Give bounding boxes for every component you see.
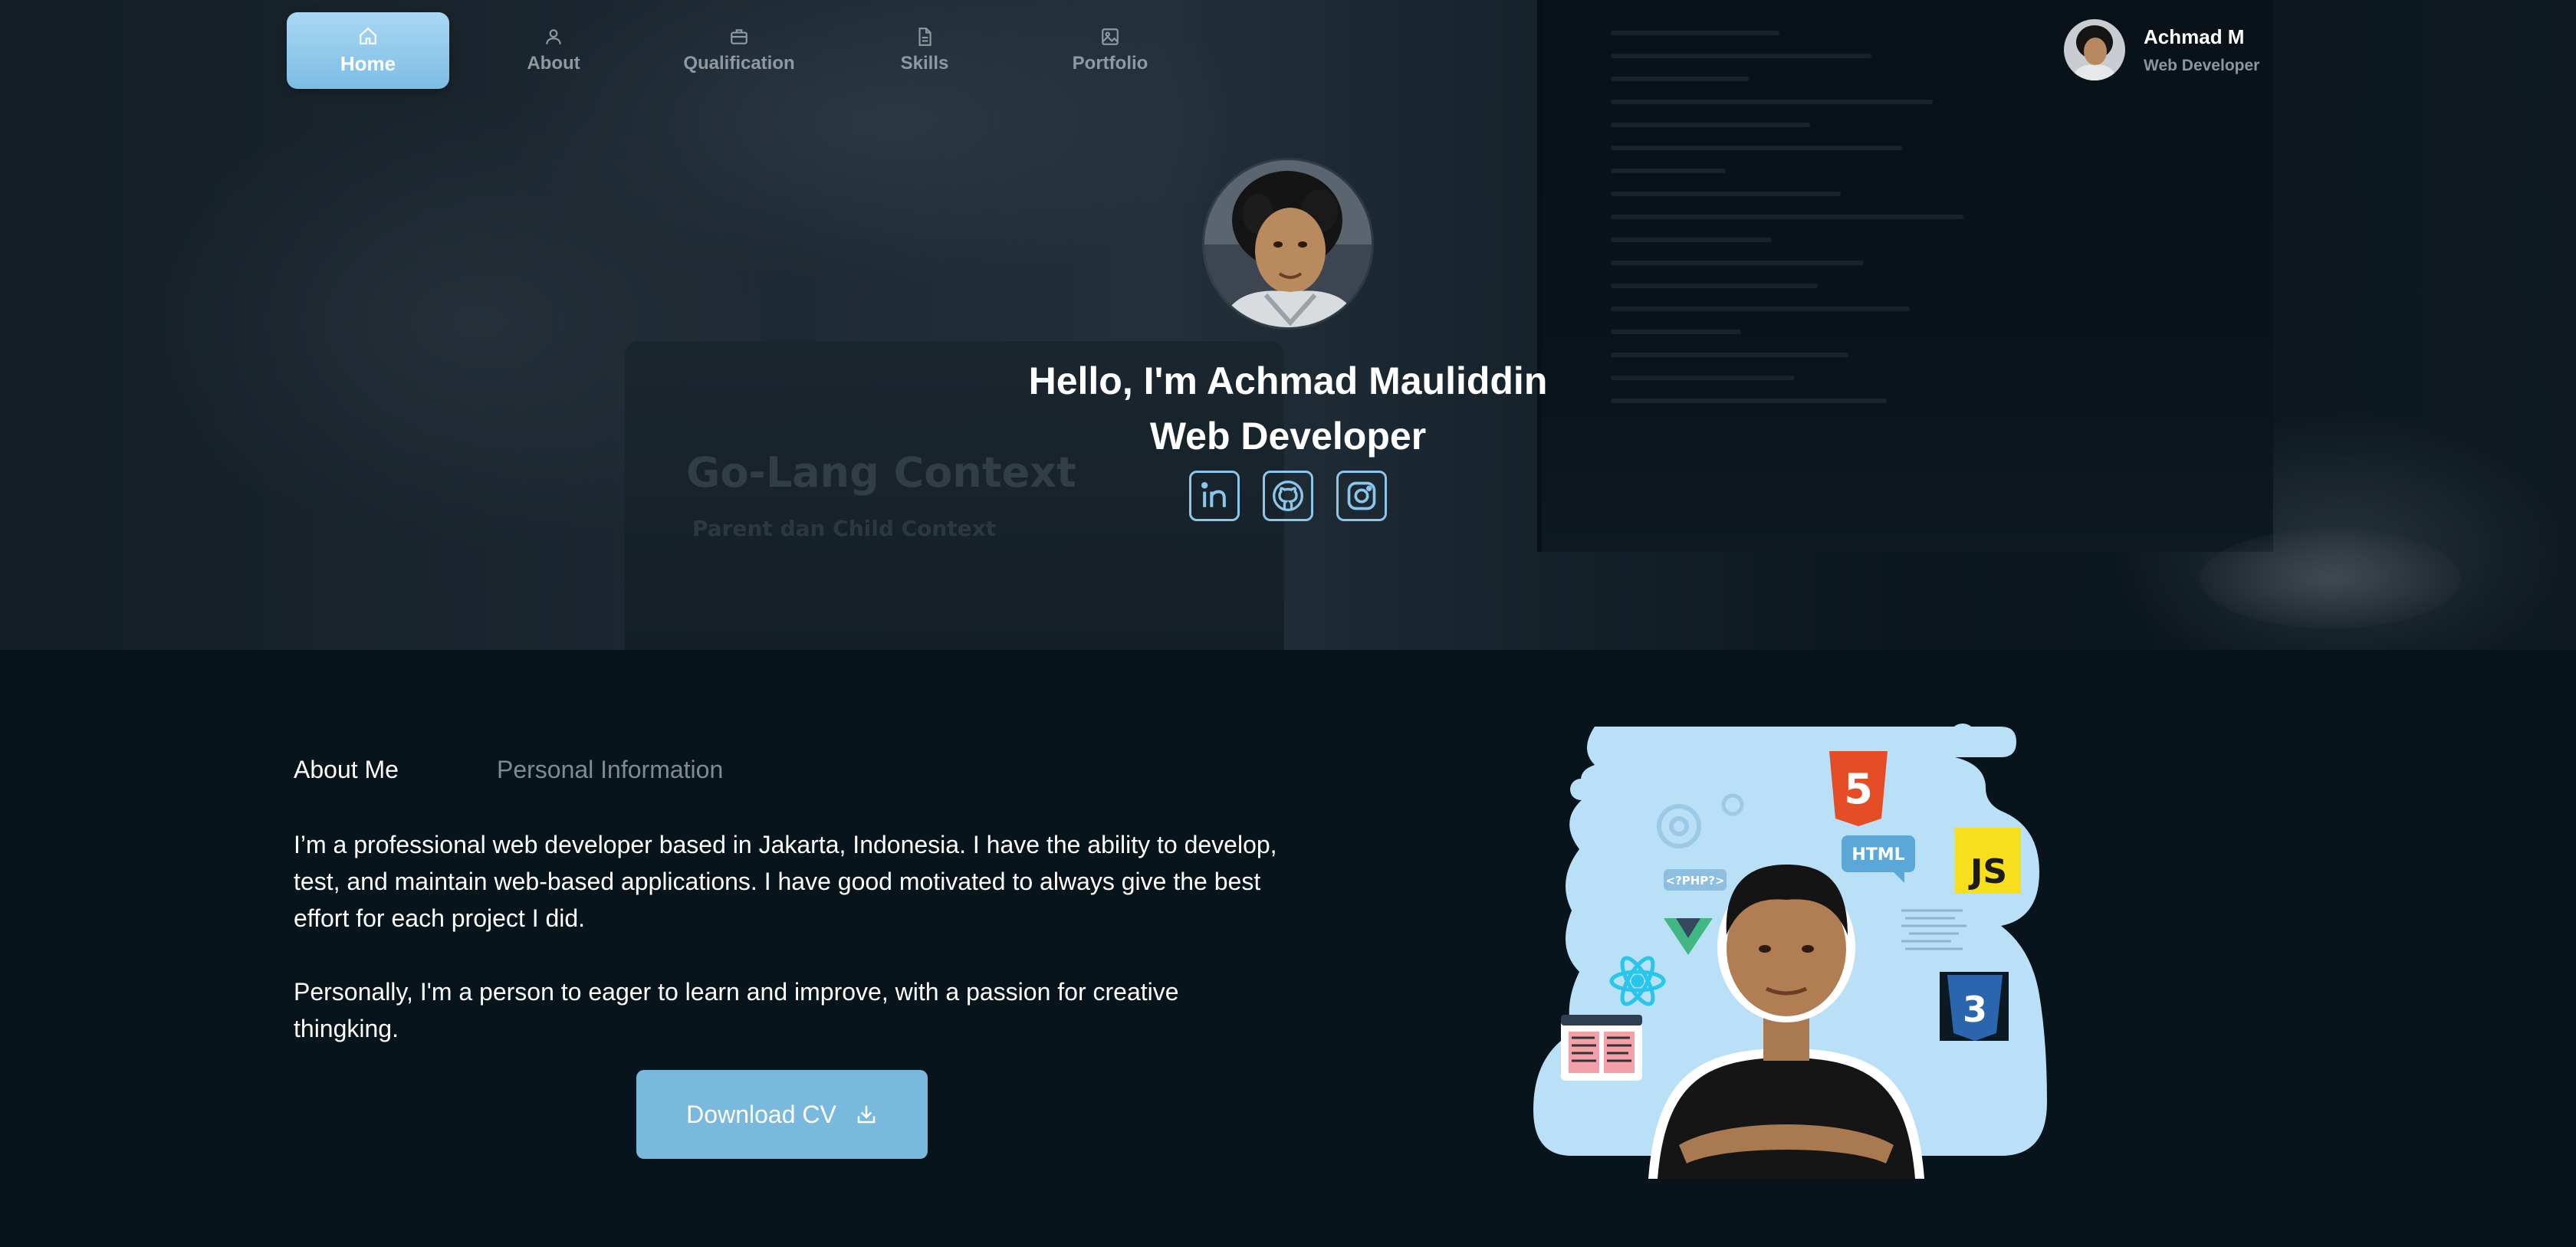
hero-section: Go-Lang Context Parent dan Child Context…	[0, 0, 2576, 650]
top-nav: Home About Qualification Skills Portfoli…	[0, 0, 2576, 100]
instagram-icon	[1347, 481, 1376, 510]
svg-text:5: 5	[1844, 765, 1873, 813]
nav-item-portfolio[interactable]: Portfolio	[1029, 12, 1191, 89]
github-link[interactable]	[1263, 471, 1313, 521]
briefcase-icon	[731, 29, 748, 44]
profile-photo	[1202, 158, 1374, 330]
nav-label-home: Home	[340, 51, 396, 75]
nav-item-about[interactable]: About	[472, 12, 635, 89]
svg-text:3: 3	[1963, 989, 1987, 1030]
nav-item-home[interactable]: Home	[287, 12, 449, 89]
download-icon	[857, 1105, 876, 1124]
nav-item-skills[interactable]: Skills	[843, 12, 1006, 89]
social-links	[1189, 471, 1387, 521]
nav-item-qualification[interactable]: Qualification	[658, 12, 820, 89]
nav-label-skills: Skills	[900, 53, 949, 74]
php-tag-icon: <?PHP?>	[1664, 869, 1727, 891]
about-paragraph: I’m a professional web developer based i…	[294, 831, 1277, 932]
nav-label-about: About	[527, 53, 580, 74]
download-cv-label: Download CV	[686, 1100, 836, 1128]
hero-greeting: Hello, I'm Achmad Mauliddin	[1028, 359, 1548, 402]
svg-text:<?PHP?>: <?PHP?>	[1665, 874, 1724, 888]
document-icon	[918, 28, 932, 46]
browser-window-icon	[1561, 1015, 1642, 1081]
about-tabs: About Me Personal Information	[294, 756, 821, 784]
tab-about-me[interactable]: About Me	[294, 756, 399, 784]
profile-name: Achmad M	[2144, 25, 2245, 48]
about-paragraph: Personally, I'm a person to eager to lea…	[294, 978, 1179, 1042]
developer-illustration: 5 HTML <?PHP?> JS 3	[1526, 719, 2047, 1179]
nav-label-qualification: Qualification	[683, 53, 795, 74]
nav-label-portfolio: Portfolio	[1072, 53, 1148, 74]
linkedin-icon	[1201, 482, 1226, 507]
profile-mini[interactable]: Achmad M Web Developer	[2064, 15, 2259, 84]
hero-role: Web Developer	[1149, 415, 1427, 458]
linkedin-link[interactable]	[1189, 471, 1240, 521]
image-icon	[1102, 28, 1119, 45]
github-icon	[1273, 481, 1303, 511]
svg-text:JS: JS	[1968, 852, 2007, 891]
user-icon	[546, 29, 561, 44]
avatar	[2064, 19, 2125, 80]
home-icon	[360, 27, 376, 44]
hero-content: Hello, I'm Achmad Mauliddin Web Develope…	[0, 158, 2576, 521]
download-cv-button[interactable]: Download CV	[636, 1070, 928, 1159]
svg-text:HTML: HTML	[1852, 845, 1904, 865]
profile-role: Web Developer	[2144, 56, 2260, 74]
instagram-link[interactable]	[1336, 471, 1387, 521]
tab-personal-information[interactable]: Personal Information	[497, 756, 723, 784]
html5-icon: 5	[1829, 751, 1888, 826]
about-section: About Me Personal Information I’m a prof…	[0, 650, 2576, 1247]
css3-icon: 3	[1940, 972, 2009, 1041]
javascript-icon: JS	[1955, 828, 2021, 894]
